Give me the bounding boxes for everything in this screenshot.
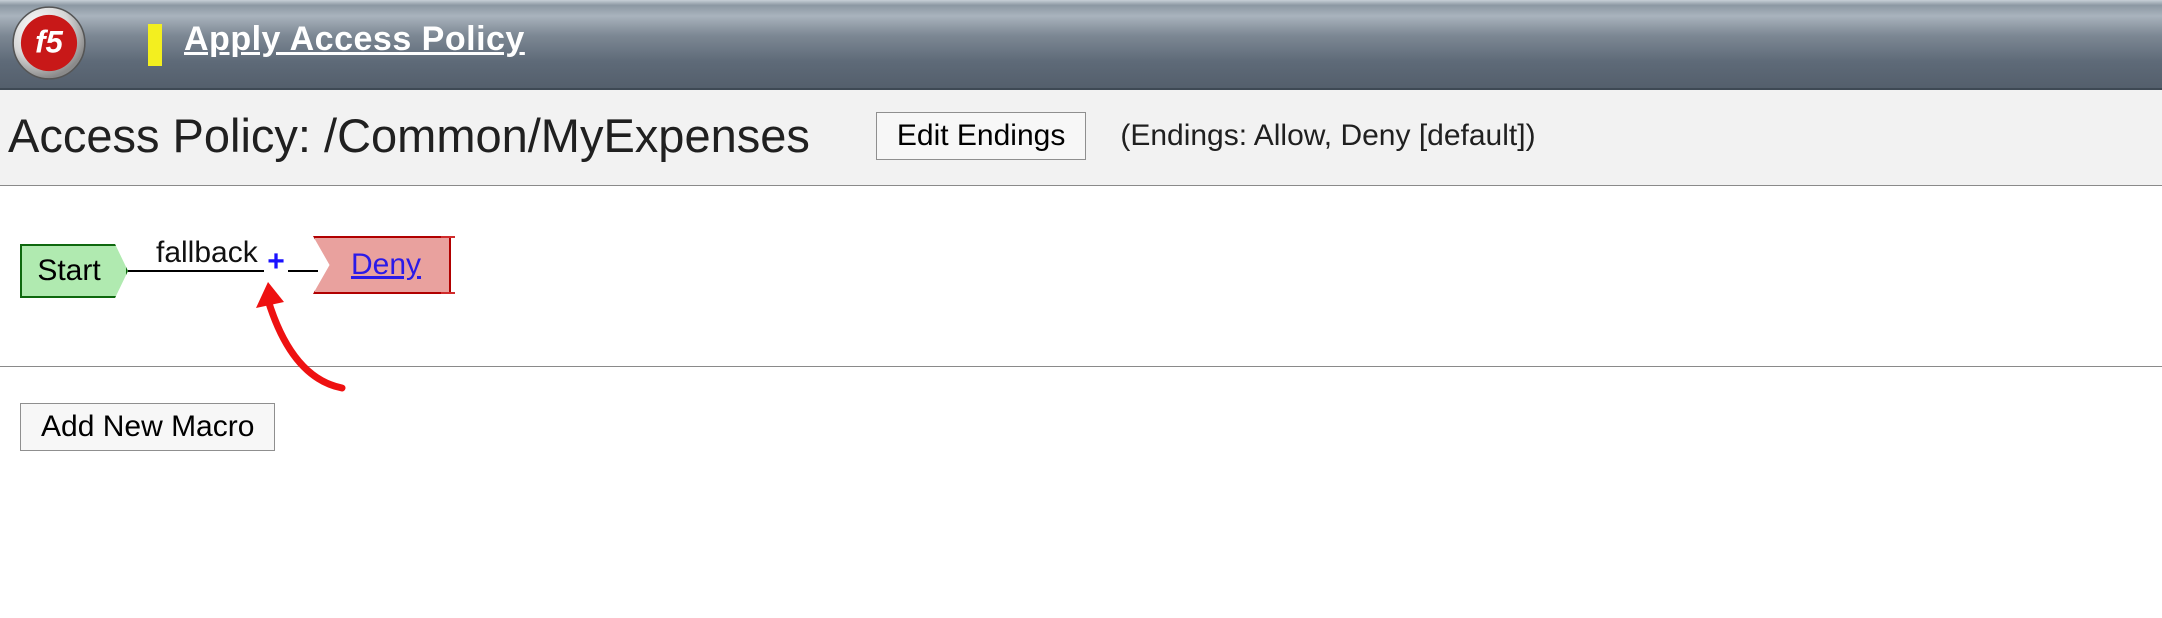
deny-ending-link[interactable]: Deny xyxy=(343,248,421,282)
f5-logo-icon: f5 xyxy=(10,4,88,82)
apply-access-policy-link[interactable]: Apply Access Policy xyxy=(184,20,525,59)
edit-endings-button[interactable]: Edit Endings xyxy=(876,112,1086,160)
add-action-plus-icon[interactable]: + xyxy=(266,252,286,272)
fallback-branch-label: fallback xyxy=(156,236,258,270)
svg-text:f5: f5 xyxy=(35,24,63,59)
macro-section: Add New Macro xyxy=(0,367,2162,451)
deny-ending-node[interactable]: Deny xyxy=(313,236,451,294)
connector-line xyxy=(128,270,264,272)
node-tick-icon xyxy=(441,292,455,294)
start-node[interactable]: Start xyxy=(20,244,128,298)
node-tick-icon xyxy=(441,236,455,238)
top-banner: f5 Apply Access Policy xyxy=(0,0,2162,90)
policy-flow-canvas: Start fallback + Deny xyxy=(0,186,2162,367)
policy-title: Access Policy: /Common/MyExpenses xyxy=(8,108,810,163)
connector-line xyxy=(288,270,318,272)
policy-header: Access Policy: /Common/MyExpenses Edit E… xyxy=(0,90,2162,186)
notice-indicator-icon xyxy=(148,24,162,66)
start-node-label: Start xyxy=(37,254,110,288)
endings-summary-text: (Endings: Allow, Deny [default]) xyxy=(1120,119,1535,153)
add-new-macro-button[interactable]: Add New Macro xyxy=(20,403,275,451)
